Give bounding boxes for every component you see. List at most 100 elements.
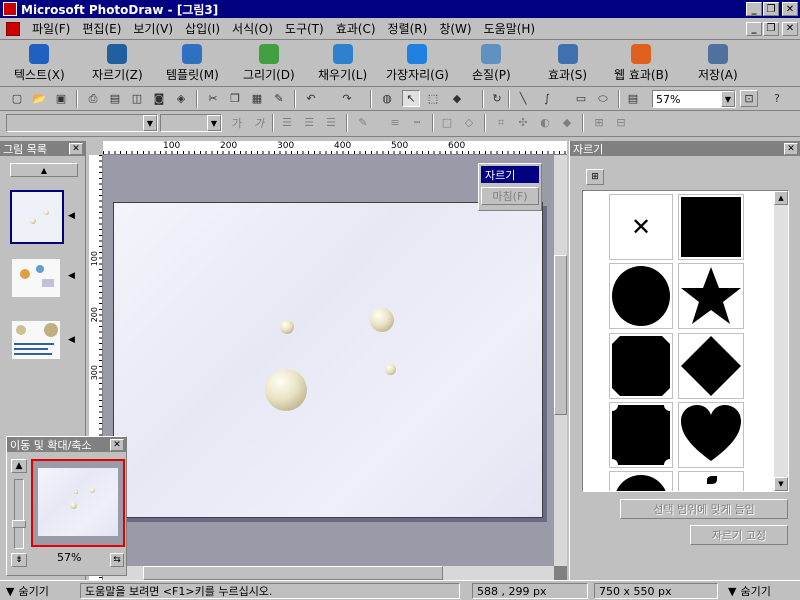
line-color-icon[interactable]: ✎ <box>354 114 372 131</box>
select-area-icon[interactable]: ⬚ <box>424 90 442 107</box>
document-icon[interactable] <box>6 21 20 36</box>
thumbnail-arrow-icon[interactable]: ◀ <box>68 335 75 345</box>
doc-close-button[interactable]: ✕ <box>782 21 798 36</box>
line-width-icon[interactable]: ≡ <box>386 114 404 131</box>
no-crop-shape[interactable]: ✕ <box>609 194 673 260</box>
align-center-icon[interactable]: ☰ <box>300 114 318 131</box>
digital-camera-icon[interactable]: ◙ <box>150 90 168 107</box>
gallery-scrollbar[interactable]: ▲ ▼ <box>774 191 788 491</box>
freeform-icon[interactable]: ◇ <box>460 114 478 131</box>
pointer-icon[interactable]: ↖ <box>402 90 420 107</box>
menu-arrange[interactable]: 정렬(R) <box>382 20 434 37</box>
diamond-shape[interactable] <box>678 333 744 399</box>
sphere[interactable] <box>280 320 294 334</box>
line-style-icon[interactable]: ┅ <box>408 114 426 131</box>
group-icon[interactable]: ⊞ <box>590 114 608 131</box>
sphere[interactable] <box>370 308 394 332</box>
round-shape[interactable] <box>609 471 673 491</box>
crop-button[interactable]: 자르기(Z) <box>92 44 143 84</box>
font-select[interactable]: ▼ <box>6 114 158 132</box>
octagon-shape[interactable] <box>609 333 673 399</box>
align-right-icon[interactable]: ☰ <box>322 114 340 131</box>
rotate-tool-icon[interactable]: ✣ <box>514 114 532 131</box>
redo-icon[interactable]: ↷ <box>338 90 356 107</box>
menu-edit[interactable]: 편집(E) <box>76 20 127 37</box>
zoom-fit-icon[interactable]: ⊡ <box>740 90 758 107</box>
close-button[interactable]: ✕ <box>782 2 798 16</box>
zoom-select[interactable]: 57% ▼ <box>652 90 736 108</box>
paste-icon[interactable]: ▦ <box>248 90 266 107</box>
effects-button[interactable]: 효과(S) <box>548 44 587 84</box>
menu-insert[interactable]: 삽입(I) <box>179 20 226 37</box>
menu-view[interactable]: 보기(V) <box>127 20 179 37</box>
fill-bucket-icon[interactable]: ◆ <box>448 90 466 107</box>
close-icon[interactable]: ✕ <box>69 142 83 155</box>
chevron-down-icon[interactable]: ▼ <box>207 115 221 131</box>
tag-icon[interactable]: ◆ <box>558 114 576 131</box>
thumbnail-arrow-icon[interactable]: ◀ <box>68 271 75 281</box>
circle-shape[interactable] <box>609 263 673 329</box>
undo-icon[interactable]: ↶ <box>302 90 320 107</box>
sphere[interactable] <box>385 364 396 375</box>
flip-icon[interactable]: ◐ <box>536 114 554 131</box>
fit-window-icon[interactable]: ⇆ <box>110 553 124 567</box>
scrollbar-thumb[interactable] <box>143 566 443 580</box>
apple-shape[interactable] <box>678 471 744 491</box>
rectangle-icon[interactable]: ▭ <box>572 90 590 107</box>
format-painter-icon[interactable]: ✎ <box>270 90 288 107</box>
doc-minimize-button[interactable]: _ <box>746 21 762 36</box>
scroll-up-button[interactable]: ▲ <box>10 163 78 177</box>
font-size-select[interactable]: ▼ <box>160 114 222 132</box>
picture-canvas[interactable] <box>113 202 543 518</box>
template-button[interactable]: 템플릿(M) <box>166 44 219 84</box>
crop-tool-icon[interactable]: ⌗ <box>492 114 510 131</box>
menu-effects[interactable]: 효과(C) <box>330 20 382 37</box>
heart-shape[interactable] <box>678 402 744 468</box>
menu-format[interactable]: 서식(O) <box>226 20 279 37</box>
align-left-icon[interactable]: ☰ <box>278 114 296 131</box>
rotate-icon[interactable]: ↻ <box>488 90 506 107</box>
touchup-button[interactable]: 손질(P) <box>472 44 511 84</box>
zoom-slider-handle[interactable] <box>12 520 26 528</box>
square-shape[interactable] <box>678 194 744 260</box>
fit-selection-button[interactable]: 선택 범위에 맞게 늘임 <box>620 499 788 519</box>
text-button[interactable]: 텍스트(X) <box>14 44 65 84</box>
zoom-slider[interactable] <box>12 479 26 549</box>
ungroup-icon[interactable]: ⊟ <box>612 114 630 131</box>
picture-list-icon[interactable]: ▤ <box>624 90 642 107</box>
scrollbar-thumb[interactable] <box>554 255 567 415</box>
close-icon[interactable]: ✕ <box>110 438 124 451</box>
finish-button[interactable]: 마침(F) <box>481 187 539 205</box>
edge-button[interactable]: 가장자리(G) <box>386 44 449 84</box>
clip-art-icon[interactable]: ◈ <box>172 90 190 107</box>
line-icon[interactable]: ╲ <box>514 90 532 107</box>
thumbnail-picture-2[interactable] <box>12 259 60 297</box>
chevron-down-icon[interactable]: ▼ <box>143 115 157 131</box>
web-effects-button[interactable]: 웹 효과(B) <box>614 44 669 84</box>
hyperlink-icon[interactable]: ◍ <box>378 90 396 107</box>
scroll-down-icon[interactable]: ▼ <box>774 477 788 491</box>
curve-icon[interactable]: ∫ <box>538 90 556 107</box>
print-preview-icon[interactable]: ▤ <box>106 90 124 107</box>
new-icon[interactable]: ▢ <box>8 90 26 107</box>
zoom-in-icon[interactable]: ▲ <box>11 459 27 473</box>
cut-icon[interactable]: ✂ <box>204 90 222 107</box>
notched-square-shape[interactable] <box>609 402 673 468</box>
shape-icon[interactable]: □ <box>438 114 456 131</box>
vertical-scrollbar[interactable] <box>554 155 567 566</box>
italic-icon[interactable]: 가 <box>250 114 268 131</box>
thumbnail-picture-3[interactable] <box>10 190 64 244</box>
fill-button[interactable]: 채우기(L) <box>318 44 367 84</box>
menu-tools[interactable]: 도구(T) <box>279 20 330 37</box>
hide-left-button[interactable]: ▼ 숨기기 <box>2 583 77 599</box>
menu-help[interactable]: 도움말(H) <box>478 20 542 37</box>
sphere[interactable] <box>265 369 307 411</box>
horizontal-scrollbar[interactable] <box>103 566 554 580</box>
save-disk-icon[interactable]: ▣ <box>52 90 70 107</box>
draw-button[interactable]: 그리기(D) <box>243 44 295 84</box>
navigator-preview[interactable] <box>31 459 125 547</box>
minimize-button[interactable]: _ <box>746 2 762 16</box>
doc-restore-button[interactable]: ❐ <box>763 21 779 36</box>
hide-right-button[interactable]: ▼ 숨기기 <box>724 583 798 599</box>
thumbnail-arrow-icon[interactable]: ◀ <box>68 211 75 221</box>
